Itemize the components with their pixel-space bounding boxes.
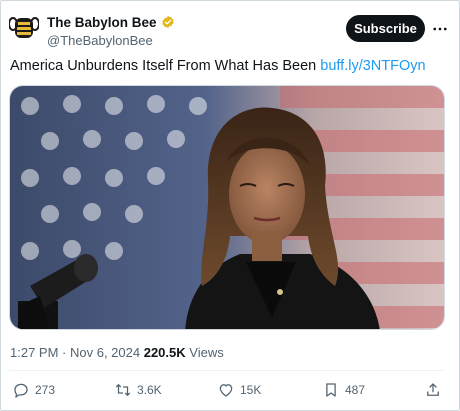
tweet-link[interactable]: buff.ly/3NTFOyn (320, 58, 425, 74)
subscribe-button[interactable]: Subscribe (346, 15, 425, 42)
more-horizontal-icon (433, 27, 447, 31)
bookmark-button[interactable]: 487 (322, 376, 365, 404)
tweet-time[interactable]: 1:27 PM (10, 345, 58, 360)
views-label: Views (189, 345, 224, 360)
bookmark-count: 487 (345, 383, 366, 397)
action-bar: 273 3.6K 15K 487 (0, 376, 460, 404)
tweet-date[interactable]: Nov 6, 2024 (70, 345, 140, 360)
tweet-header: The Babylon Bee @TheBabylonBee Subscribe (8, 12, 451, 48)
reply-icon (14, 383, 28, 398)
like-icon (219, 384, 233, 397)
share-button[interactable] (424, 376, 442, 404)
share-icon (427, 383, 439, 396)
tweet-meta: 1:27 PM · Nov 6, 2024 220.5K Views (10, 345, 224, 360)
divider (9, 370, 445, 371)
avatar[interactable] (8, 13, 40, 43)
retweet-button[interactable]: 3.6K (114, 376, 162, 404)
bookmark-icon (326, 383, 336, 397)
meta-separator: · (58, 345, 70, 360)
reply-button[interactable]: 273 (12, 376, 55, 404)
retweet-icon (115, 383, 131, 397)
photo-image (10, 86, 444, 329)
tweet-text: America Unburdens Itself From What Has B… (10, 58, 426, 74)
babylon-bee-logo-icon (8, 17, 40, 38)
like-count: 15K (240, 383, 262, 397)
reply-count: 273 (35, 383, 56, 397)
verified-badge-icon (161, 15, 175, 29)
more-options-button[interactable] (429, 18, 451, 40)
author-info: The Babylon Bee @TheBabylonBee (47, 14, 175, 48)
like-button[interactable]: 15K (217, 376, 261, 404)
tweet-body: America Unburdens Itself From What Has B… (10, 58, 317, 74)
views-count: 220.5K (143, 345, 186, 360)
tweet-photo[interactable] (9, 85, 445, 330)
display-name[interactable]: The Babylon Bee (47, 15, 157, 30)
handle[interactable]: @TheBabylonBee (47, 33, 175, 48)
retweet-count: 3.6K (137, 383, 162, 397)
